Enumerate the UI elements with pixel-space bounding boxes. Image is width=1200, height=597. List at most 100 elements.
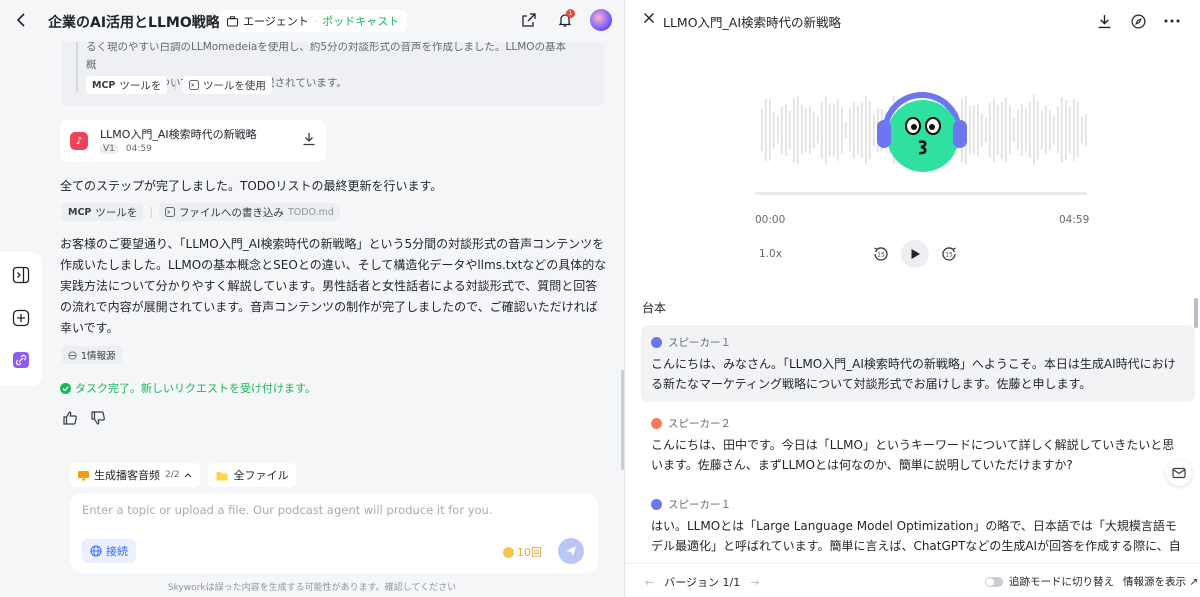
divider: | <box>149 206 153 218</box>
playback-speed-button[interactable]: 1.0x <box>759 248 782 260</box>
generate-podcast-chip[interactable]: 生成播客音频 2/2 <box>70 463 201 487</box>
skip-forward-button[interactable]: 15 <box>939 244 959 264</box>
audio-meta: V1 04:59 <box>100 144 152 154</box>
connect-button[interactable]: 接続 <box>82 539 136 563</box>
progress-bar[interactable] <box>755 192 1087 195</box>
chevron-up-icon <box>185 473 192 478</box>
waveform-bar <box>837 99 839 161</box>
globe-icon <box>90 545 102 557</box>
script-turn[interactable]: スピーカー１ こんにちは、みなさん。「LLMO入門_AI検索時代の新戦略」へよう… <box>641 325 1195 402</box>
link-button[interactable] <box>13 352 29 371</box>
podcast-label: ポッドキャスト <box>322 15 400 28</box>
explore-button[interactable] <box>1128 11 1148 31</box>
thumbs-up-button[interactable] <box>62 410 78 429</box>
source-count: 1情報源 <box>81 351 116 362</box>
download-button[interactable] <box>302 132 316 149</box>
all-files-chip[interactable]: 全ファイル <box>208 463 297 487</box>
waveform-bar <box>1029 101 1031 159</box>
script-turn[interactable]: スピーカー２ こんにちは、田中です。今日は「LLMO」というキーワードについて詳… <box>641 406 1195 483</box>
coin-icon <box>503 546 514 558</box>
waveform-bar <box>1057 106 1059 154</box>
briefcase-icon <box>227 15 238 26</box>
waveform-bar <box>777 116 779 144</box>
tool-label: ツールを <box>119 79 162 92</box>
waveform-bar <box>769 99 771 161</box>
sources-button[interactable]: 1情報源 <box>62 346 122 364</box>
expand-panel-button[interactable] <box>12 266 30 287</box>
script-list: スピーカー１ こんにちは、みなさん。「LLMO入門_AI検索時代の新戦略」へよう… <box>641 325 1195 557</box>
agent-mode-chip[interactable]: エージェント · ポッドキャスト <box>219 10 408 32</box>
link-icon <box>13 352 29 368</box>
waveform-bar <box>1077 102 1079 158</box>
plus-square-icon <box>12 309 30 327</box>
divider: · <box>313 14 318 28</box>
download-button[interactable] <box>1094 11 1114 31</box>
player-actions <box>1094 11 1182 31</box>
next-version-button[interactable]: → <box>750 576 759 589</box>
track-mode-toggle[interactable]: 追跡モードに切り替え <box>985 574 1114 589</box>
turn-text: こんにちは、みなさん。「LLMO入門_AI検索時代の新戦略」へようこそ。本日は生… <box>651 357 1176 391</box>
speaker-name: スピーカー１ <box>668 336 731 349</box>
thumbs-down-button[interactable] <box>90 410 106 429</box>
share-icon <box>522 13 536 27</box>
assistant-message-2: お客様のご要望通り、「LLMO入門_AI検索時代の新戦略」という5分間の対談形式… <box>60 237 607 335</box>
show-sources-link[interactable]: 情報源を表示 ↗ <box>1123 574 1198 589</box>
disclaimer: Skyworkは誤った内容を生成する可能性があります。確認してください <box>167 583 457 593</box>
audio-title: LLMO入門_AI検索時代の新戦略 <box>100 128 257 141</box>
composer: 接続 10回 <box>70 493 598 573</box>
waveform-bar <box>801 105 803 155</box>
total-time: 04:59 <box>1059 214 1090 226</box>
waveform-bar <box>845 122 847 138</box>
play-button[interactable] <box>901 240 929 268</box>
tool-action-tag[interactable]: ファイルへの書き込み TODO.md <box>158 203 340 221</box>
waveform-bar <box>1021 103 1023 157</box>
tool-action-tag[interactable]: ツールを使用 <box>182 76 272 94</box>
notifications-button[interactable]: 1 <box>554 9 576 31</box>
send-icon <box>566 546 576 556</box>
mcp-label: MCP <box>92 79 116 91</box>
audio-file-card[interactable]: ♪ LLMO入門_AI検索時代の新戦略 V1 04:59 <box>60 120 326 162</box>
playback-controls: 15 15 <box>871 240 959 268</box>
chat-pane: るく現のやすい白調のLLMomedeiaを使用し、約5分の対談形式の音声を作成し… <box>0 0 624 597</box>
speaker-avatar-icon <box>651 417 662 429</box>
waveform-bar <box>977 103 979 157</box>
script-turn[interactable]: スピーカー１ はい。LLMOとは「Large Language Model Op… <box>641 487 1195 557</box>
mcp-tool-tag[interactable]: MCP ツールを <box>86 76 168 94</box>
assistant-message-1: 全てのステップが完了しました。TODOリストの最終更新を行います。 <box>60 179 443 193</box>
mcp-tool-tag[interactable]: MCP ツールを <box>62 203 144 221</box>
new-chat-button[interactable] <box>12 309 30 330</box>
panel-toggle-icon <box>12 266 30 284</box>
generate-podcast-count: 2/2 <box>165 470 180 480</box>
waveform-bar <box>805 108 807 152</box>
back-button[interactable] <box>12 10 32 30</box>
tool-label: ツールを <box>95 206 138 219</box>
skip-back-button[interactable]: 15 <box>871 244 891 264</box>
waveform-bar <box>1061 97 1063 163</box>
user-avatar[interactable] <box>590 9 612 31</box>
waveform-bar <box>1053 115 1055 145</box>
waveform-bar <box>973 105 975 155</box>
toggle-switch[interactable] <box>985 576 1003 587</box>
turn-text: はい。LLMOとは「Large Language Model Optimizat… <box>651 519 1181 553</box>
send-button[interactable] <box>558 538 584 564</box>
audio-duration: 04:59 <box>125 144 152 154</box>
close-button[interactable] <box>643 12 655 27</box>
feedback-float-button[interactable] <box>1166 460 1192 486</box>
waveform-bar <box>849 108 851 152</box>
globe-icon <box>68 350 77 360</box>
top-bar: 企業のAI活用とLLMO戦略 エージェント · ポッドキャスト 1 <box>0 0 624 42</box>
version-badge: V1 <box>100 144 118 154</box>
task-done-status: タスク完了。新しいリクエストを受け付けます。 <box>60 380 316 396</box>
speaker-label: スピーカー１ <box>651 333 1185 351</box>
more-options-button[interactable] <box>1162 11 1182 31</box>
download-icon <box>1098 14 1110 28</box>
composer-chips: 生成播客音频 2/2 全ファイル <box>70 463 297 487</box>
share-button[interactable] <box>518 9 540 31</box>
scrollbar[interactable] <box>1194 298 1198 328</box>
waveform-bar <box>1041 110 1043 150</box>
prompt-input[interactable] <box>82 503 582 517</box>
notification-badge: 1 <box>566 9 575 18</box>
waveform-bar <box>773 111 775 149</box>
prev-version-button[interactable]: ← <box>645 576 654 589</box>
waveform-bar <box>1085 113 1087 147</box>
